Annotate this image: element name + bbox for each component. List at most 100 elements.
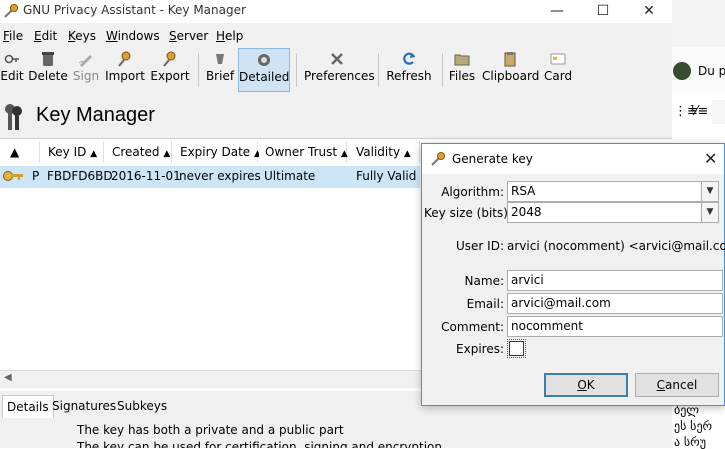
refresh-label: Refresh xyxy=(386,69,432,83)
column-expiry-date[interactable]: Expiry Date ▲ xyxy=(174,141,261,163)
key-import-icon xyxy=(118,51,131,67)
edit-label: Edit xyxy=(0,69,24,83)
column-validity-label: Validity xyxy=(356,145,401,159)
refresh-button[interactable]: Refresh xyxy=(386,47,432,91)
name-field[interactable]: arvici xyxy=(507,270,723,291)
edit-button[interactable]: Edit xyxy=(0,47,24,91)
algorithm-select[interactable]: RSA ▼ xyxy=(507,181,719,202)
detailed-button[interactable]: Detailed xyxy=(238,48,290,92)
folder-icon xyxy=(454,54,470,66)
menu-keys-label: eys xyxy=(75,29,97,43)
chevron-down-icon[interactable]: ▼ xyxy=(701,182,718,201)
import-button[interactable]: Import xyxy=(105,47,145,91)
menu-edit[interactable]: Edit xyxy=(34,29,57,43)
menu-keys[interactable]: Keys xyxy=(68,29,96,43)
ok-mnemonic: O xyxy=(577,378,587,392)
dialog-title: Generate key xyxy=(452,152,533,166)
column-expiry-date-label: Expiry Date xyxy=(180,145,251,159)
toolbar: Edit Delete Sign Import Export Brief Det… xyxy=(0,47,672,95)
menu-file[interactable]: File xyxy=(3,29,23,43)
detailed-view-icon xyxy=(258,54,270,66)
export-label: Export xyxy=(150,69,190,83)
tab-signatures[interactable]: Signatures xyxy=(48,395,120,417)
email-field[interactable]: arvici@mail.com xyxy=(507,293,723,314)
column-key-id-label: Key ID xyxy=(48,145,87,159)
comment-label: Comment: xyxy=(441,320,504,334)
bg-window-snippet: Du po xyxy=(698,64,725,78)
comment-value: nocomment xyxy=(511,319,583,333)
gpa-app-icon xyxy=(4,4,18,18)
keysize-value: 2048 xyxy=(511,205,542,219)
column-created-label: Created xyxy=(112,145,160,159)
files-button[interactable]: Files xyxy=(448,47,476,91)
keys-icon xyxy=(5,104,22,130)
details-panel: The key has both a private and a public … xyxy=(0,418,672,448)
menu-windows-mnemonic: W xyxy=(106,29,118,43)
details-line: The key has both a private and a public … xyxy=(77,423,344,437)
brief-label: Brief xyxy=(205,69,235,83)
menu-server[interactable]: Server xyxy=(169,29,208,43)
column-key-id[interactable]: Key ID ▲ xyxy=(42,141,104,163)
import-label: Import xyxy=(105,69,145,83)
column-owner-trust[interactable]: Owner Trust ▲ xyxy=(259,141,348,163)
numbered-list-icon[interactable]: ⅟≡ xyxy=(690,104,708,119)
cancel-button[interactable]: Cancel xyxy=(635,373,719,397)
preferences-button[interactable]: Preferences xyxy=(304,47,375,91)
brief-button[interactable]: Brief xyxy=(204,47,236,91)
menu-help-label: elp xyxy=(225,29,244,43)
maximize-button[interactable]: ☐ xyxy=(580,0,626,23)
column-validity[interactable]: Validity ▲ xyxy=(350,141,420,163)
key-owner-trust: Ultimate xyxy=(264,169,316,183)
page-title: Key Manager xyxy=(36,104,155,126)
card-button[interactable]: Card xyxy=(544,47,572,91)
userid-value: arvici (nocomment) <arvici@mail.com> xyxy=(507,239,725,253)
clipboard-label: Clipboard xyxy=(482,69,540,83)
avatar xyxy=(673,62,691,80)
toolbar-separator xyxy=(296,53,297,87)
menu-windows[interactable]: Windows xyxy=(106,29,160,43)
column-created[interactable]: Created ▲ xyxy=(106,141,172,163)
cancel-label: ancel xyxy=(665,378,698,392)
keypair-icon xyxy=(3,171,23,181)
title-bar: GNU Privacy Assistant - Key Manager — ☐ … xyxy=(0,0,672,23)
userid-label: User ID: xyxy=(456,239,504,253)
tab-subkeys[interactable]: Subkeys xyxy=(113,395,171,417)
table-row[interactable]: P FBDFD6BD 2016-11-01 never expires Ulti… xyxy=(0,166,420,188)
export-button[interactable]: Export xyxy=(150,47,190,91)
chevron-down-icon[interactable]: ▼ xyxy=(701,203,718,222)
heading-area: Key Manager xyxy=(0,98,672,138)
clipboard-icon xyxy=(504,52,516,67)
comment-field[interactable]: nocomment xyxy=(507,316,723,337)
bg-window-header xyxy=(672,0,725,47)
key-edit-icon xyxy=(4,54,19,64)
menu-edit-label: dit xyxy=(41,29,58,43)
toolbar-separator xyxy=(378,53,379,87)
sign-button[interactable]: Sign xyxy=(72,47,100,91)
ok-label: K xyxy=(586,378,595,392)
ok-button[interactable]: OK xyxy=(544,373,628,397)
keysize-label: Key size (bits): xyxy=(424,206,512,220)
close-button[interactable]: ✕ xyxy=(626,0,672,23)
toolbar-separator xyxy=(198,53,199,87)
bg-window-text: ეს სერ xyxy=(674,419,713,433)
delete-button[interactable]: Delete xyxy=(28,47,68,91)
menu-server-label: erver xyxy=(176,29,209,43)
card-label: Card xyxy=(544,69,573,83)
dialog-close-icon[interactable]: ✕ xyxy=(704,149,717,168)
delete-label: Delete xyxy=(28,69,68,83)
cancel-mnemonic: C xyxy=(656,378,666,392)
refresh-icon xyxy=(403,52,416,65)
column-sort-type[interactable]: ▲ xyxy=(0,141,40,163)
tab-details[interactable]: Details xyxy=(2,395,54,418)
minimize-button[interactable]: — xyxy=(534,0,580,23)
clipboard-button[interactable]: Clipboard xyxy=(482,47,540,91)
keysize-select[interactable]: 2048 ▼ xyxy=(507,202,719,223)
expires-checkbox[interactable] xyxy=(507,339,526,358)
key-type: P xyxy=(32,169,40,183)
key-id: FBDFD6BD xyxy=(47,169,113,183)
scroll-left-icon[interactable]: ◀ xyxy=(4,372,12,383)
sort-arrow-icon: ▲ xyxy=(163,149,171,159)
bg-window-ruler xyxy=(712,100,725,124)
details-line: The key can be used for certification, s… xyxy=(77,440,446,448)
menu-help[interactable]: Help xyxy=(216,29,243,43)
